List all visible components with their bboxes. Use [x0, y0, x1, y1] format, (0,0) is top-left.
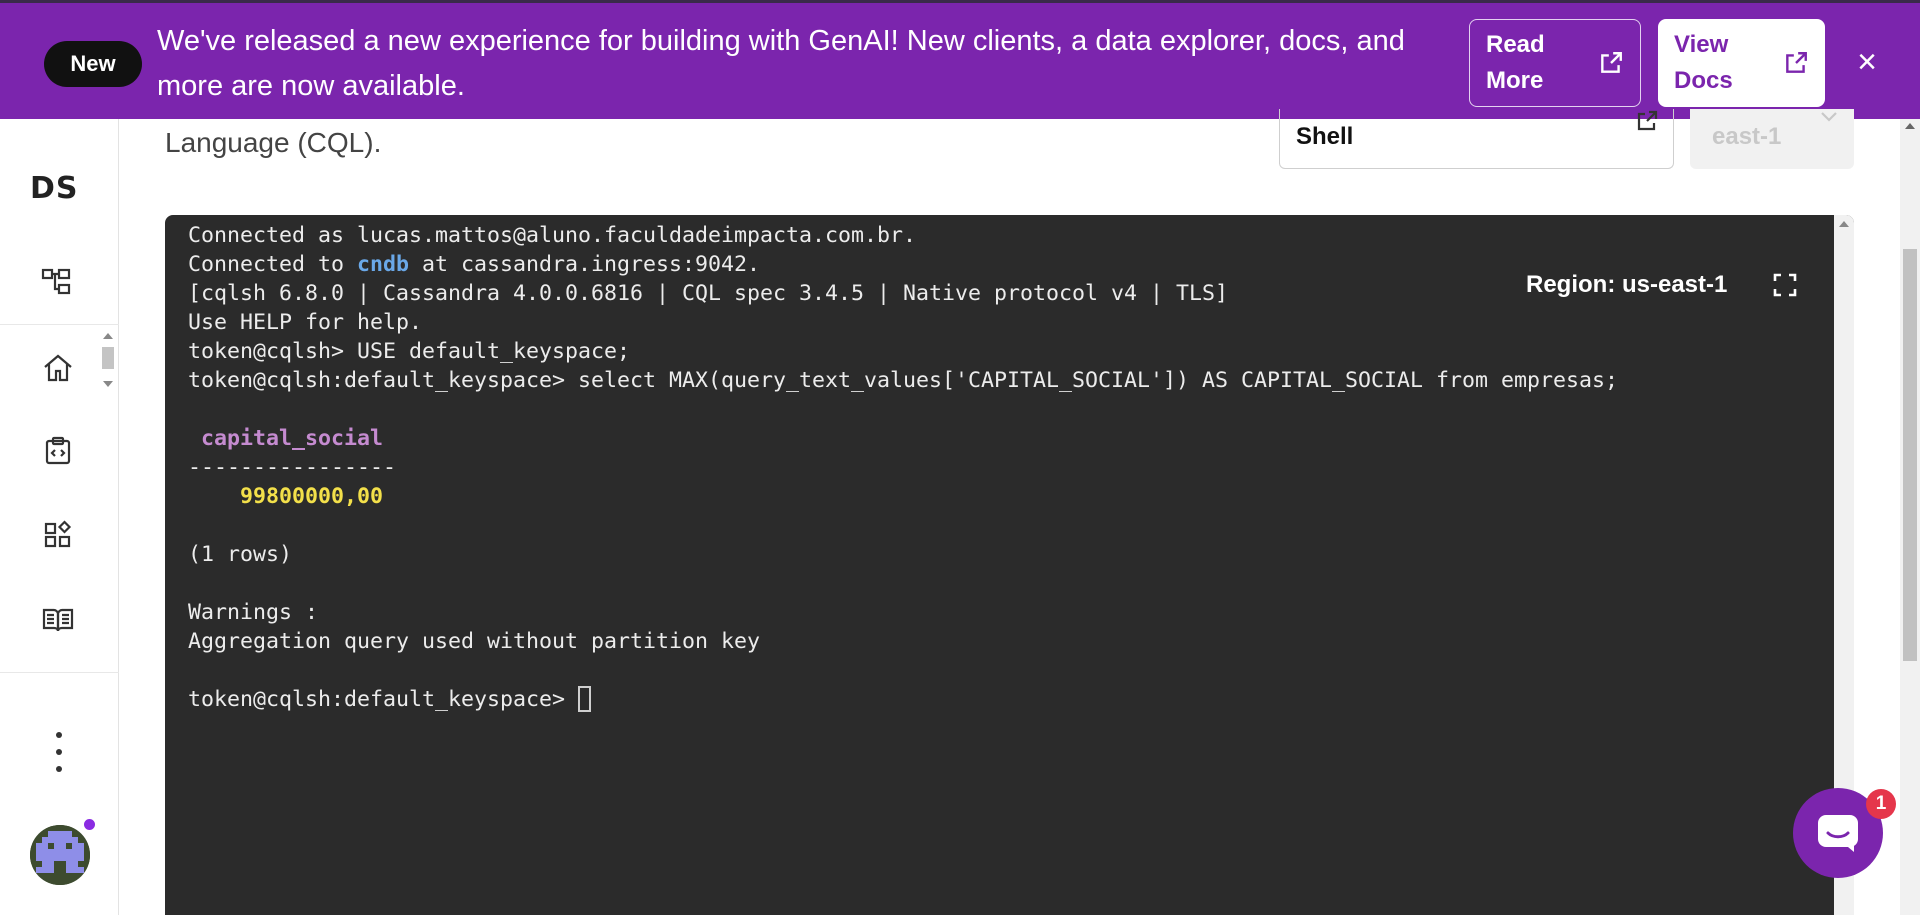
external-link-icon: [1786, 52, 1807, 73]
terminal-line: [cqlsh 6.8.0 | Cassandra 4.0.0.6816 | CQ…: [188, 281, 1229, 306]
close-icon[interactable]: ×: [1852, 45, 1882, 79]
apps-grid-icon[interactable]: [38, 515, 78, 555]
home-icon[interactable]: [38, 348, 78, 388]
avatar[interactable]: [30, 825, 90, 885]
terminal-line: at cassandra.ingress:9042.: [409, 252, 761, 277]
announcement-banner: New We've released a new experience for …: [0, 0, 1920, 119]
region-select[interactable]: east-1: [1690, 109, 1854, 169]
warning-text: Aggregation query used without partition…: [188, 629, 761, 654]
region-label: Region: us-east-1: [1526, 271, 1728, 298]
view-docs-button[interactable]: View Docs: [1658, 19, 1825, 107]
terminal-line: token@cqlsh:default_keyspace> select MAX…: [188, 368, 1619, 393]
result-value: 99800000,00: [188, 484, 384, 509]
external-link-icon: [1601, 52, 1622, 73]
sidebar-divider: [0, 672, 119, 673]
terminal-line: Connected to: [188, 252, 358, 277]
region-select-value: east-1: [1712, 123, 1782, 150]
terminal-output[interactable]: Connected as lucas.mattos@aluno.faculdad…: [188, 221, 1618, 714]
book-icon[interactable]: [38, 600, 78, 640]
terminal-cursor: [578, 686, 592, 712]
scrollbar-thumb[interactable]: [1903, 249, 1917, 661]
sidebar-divider: [0, 324, 119, 325]
new-badge: New: [44, 41, 142, 87]
view-docs-label: View Docs: [1674, 31, 1733, 94]
page-description: Language (CQL).: [165, 127, 382, 158]
row-count: (1 rows): [188, 542, 293, 567]
chevron-down-icon: [1821, 112, 1837, 122]
shell-select[interactable]: Shell: [1279, 109, 1674, 169]
terminal-prompt: token@cqlsh:default_keyspace>: [188, 687, 579, 712]
banner-message: We've released a new experience for buil…: [157, 25, 1405, 102]
page-scrollbar[interactable]: [1900, 119, 1920, 915]
sidebar: DS: [0, 119, 119, 915]
database-name: cndb: [357, 252, 410, 277]
code-clipboard-icon[interactable]: [38, 431, 78, 471]
terminal-line: token@cqlsh> USE default_keyspace;: [188, 339, 631, 364]
main-header: Language (CQL). Shell east-1: [119, 109, 1900, 215]
external-link-icon[interactable]: [1635, 109, 1659, 133]
result-column-header: capital_social: [188, 426, 384, 451]
more-menu-icon[interactable]: [50, 732, 68, 772]
shell-select-value: Shell: [1296, 123, 1354, 150]
read-more-label: Read More: [1486, 31, 1545, 94]
ds-logo[interactable]: DS: [30, 171, 79, 206]
fullscreen-icon[interactable]: [1773, 273, 1797, 297]
result-separator: ----------------: [188, 455, 397, 480]
sidebar-scrollbar[interactable]: [100, 329, 116, 391]
warnings-title: Warnings :: [188, 600, 319, 625]
chat-badge: 1: [1866, 789, 1896, 819]
terminal-line: Connected as lucas.mattos@aluno.faculdad…: [188, 223, 917, 248]
notification-dot: [82, 817, 97, 832]
chat-icon: [1818, 815, 1858, 852]
org-tree-icon[interactable]: [38, 262, 78, 302]
terminal-line: Use HELP for help.: [188, 310, 423, 335]
read-more-button[interactable]: Read More: [1469, 19, 1641, 107]
cql-terminal[interactable]: Connected as lucas.mattos@aluno.faculdad…: [165, 215, 1854, 915]
